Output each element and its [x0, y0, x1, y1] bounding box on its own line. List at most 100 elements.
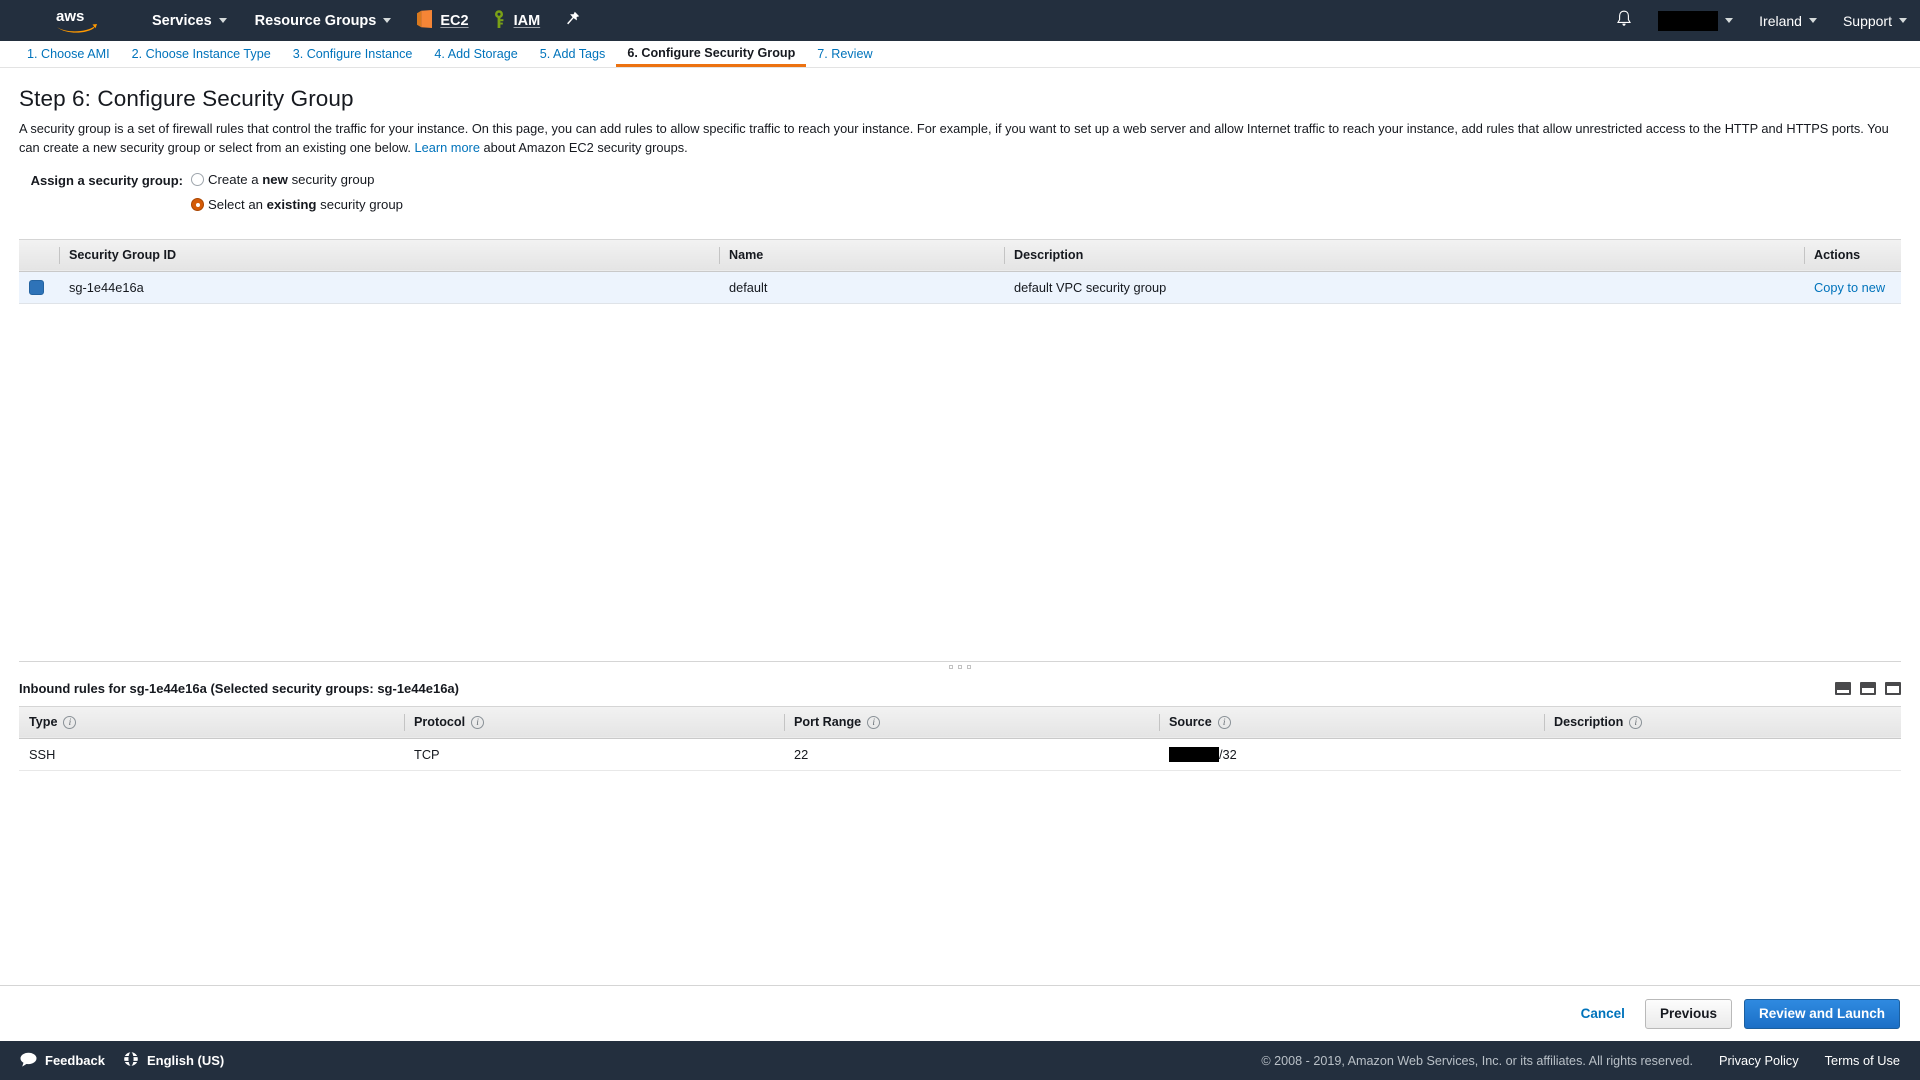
- region-label: Ireland: [1759, 12, 1802, 29]
- assign-option-prefix: Select an: [208, 197, 267, 213]
- cancel-button[interactable]: Cancel: [1573, 1006, 1633, 1021]
- sg-column-header-name[interactable]: Name: [719, 238, 1004, 272]
- status-bar-right: © 2008 - 2019, Amazon Web Services, Inc.…: [1261, 1053, 1900, 1068]
- radio-select-existing-icon[interactable]: [191, 198, 204, 212]
- security-groups-table-body: sg-1e44e16a default default VPC security g…: [19, 271, 1901, 304]
- assign-option-suffix: security group: [316, 197, 403, 213]
- chevron-down-icon: [1808, 18, 1817, 23]
- status-bar-left: Feedback English (US): [20, 1051, 224, 1070]
- info-icon[interactable]: i: [63, 716, 77, 730]
- select-all-column-header: [19, 238, 59, 272]
- source-ip-redacted: [1169, 746, 1219, 762]
- assign-option-emphasis: new: [262, 171, 288, 187]
- nav-services[interactable]: Services: [138, 0, 241, 41]
- assign-option-select-existing[interactable]: Select an existing security group: [191, 197, 403, 214]
- shortcut-ec2-label: EC2: [440, 12, 469, 29]
- wizard-tab-4[interactable]: 4. Add Storage: [423, 48, 528, 67]
- assign-security-group-row: Assign a security group: Create a new se…: [19, 172, 1901, 223]
- svg-text:aws: aws: [56, 8, 84, 25]
- rule-type-cell: SSH: [29, 746, 56, 762]
- security-groups-table-head: Security Group ID Name Description Actions: [19, 238, 1901, 272]
- layout-toggle-group: [1835, 681, 1901, 695]
- chevron-down-icon: [1725, 18, 1734, 23]
- shortcut-iam[interactable]: IAM: [481, 0, 553, 41]
- inbound-rules-table-head: Type i Protocol i Port Range i Source i Descript…: [19, 705, 1901, 739]
- wizard-tab-5[interactable]: 5. Add Tags: [529, 48, 617, 67]
- privacy-policy-link[interactable]: Privacy Policy: [1719, 1053, 1799, 1068]
- sg-actions-cell: Copy to new: [1804, 271, 1901, 303]
- wizard-tab-1[interactable]: 1. Choose AMI: [16, 48, 121, 67]
- rule-source-cell: /32: [1159, 738, 1544, 770]
- assign-option-label: Select an existing security group: [208, 197, 403, 214]
- row-select-cell[interactable]: [19, 271, 59, 303]
- security-groups-table: Security Group ID Name Description Actions …: [19, 238, 1901, 304]
- wizard-tab-3[interactable]: 3. Configure Instance: [282, 48, 424, 67]
- terms-of-use-link[interactable]: Terms of Use: [1825, 1053, 1900, 1068]
- wizard-tab-7[interactable]: 7. Review: [806, 48, 883, 67]
- radio-create-new-icon[interactable]: [191, 172, 204, 186]
- row-checkbox[interactable]: [29, 280, 44, 296]
- copyright-text: © 2008 - 2019, Amazon Web Services, Inc.…: [1261, 1053, 1693, 1068]
- feedback-button[interactable]: Feedback: [20, 1052, 105, 1070]
- previous-button[interactable]: Previous: [1644, 998, 1732, 1029]
- nav-resource-groups[interactable]: Resource Groups: [241, 0, 406, 41]
- column-label: Actions: [1814, 248, 1861, 263]
- info-icon[interactable]: i: [471, 716, 485, 730]
- review-and-launch-button[interactable]: Review and Launch: [1743, 998, 1900, 1029]
- page-description-part1: A security group is a set of firewall ru…: [19, 121, 1889, 156]
- aws-logo[interactable]: aws: [54, 7, 100, 35]
- table-row[interactable]: sg-1e44e16a default default VPC security g…: [19, 271, 1901, 304]
- assign-option-create-new[interactable]: Create a new security group: [191, 172, 403, 189]
- page-description: A security group is a set of firewall ru…: [19, 119, 1901, 158]
- notifications-button[interactable]: [1603, 0, 1645, 41]
- sg-id-cell: sg-1e44e16a: [69, 279, 144, 295]
- assign-option-suffix: security group: [287, 171, 375, 187]
- column-label: Type: [29, 715, 58, 730]
- info-icon[interactable]: i: [867, 716, 881, 730]
- sg-column-header-security-group-id[interactable]: Security Group ID: [59, 238, 719, 272]
- assign-option-prefix: Create a: [208, 171, 263, 187]
- sg-column-header-actions[interactable]: Actions: [1804, 238, 1901, 272]
- language-selector[interactable]: English (US): [123, 1051, 224, 1070]
- speech-bubble-icon: [20, 1052, 37, 1070]
- support-menu[interactable]: Support: [1830, 0, 1920, 41]
- table-splitter-handle[interactable]: [19, 660, 1901, 675]
- assign-option-label: Create a new security group: [208, 172, 374, 189]
- info-icon[interactable]: i: [1217, 716, 1231, 730]
- column-label: Description: [1554, 715, 1624, 730]
- rule-column-header-port-range[interactable]: Port Range i: [784, 705, 1159, 739]
- globe-icon: [123, 1051, 139, 1070]
- column-label: Security Group ID: [69, 248, 177, 263]
- copy-to-new-link[interactable]: Copy to new: [1814, 280, 1885, 295]
- chevron-down-icon: [218, 18, 227, 23]
- column-label: Port Range: [794, 715, 862, 730]
- column-label: Description: [1014, 248, 1084, 263]
- ec2-icon: [417, 10, 433, 31]
- info-icon[interactable]: i: [1629, 716, 1643, 730]
- nav-services-label: Services: [152, 12, 212, 29]
- page-description-part2: about Amazon EC2 security groups.: [479, 140, 688, 156]
- wizard-tab-2[interactable]: 2. Choose Instance Type: [121, 48, 282, 67]
- layout-split-even-icon[interactable]: [1860, 681, 1876, 695]
- layout-split-top-icon[interactable]: [1885, 681, 1901, 695]
- layout-split-bottom-icon[interactable]: [1835, 681, 1851, 695]
- pin-shortcuts-button[interactable]: [552, 0, 592, 41]
- learn-more-link[interactable]: Learn more: [415, 140, 480, 155]
- account-menu[interactable]: [1645, 0, 1746, 41]
- rule-column-header-protocol[interactable]: Protocol i: [404, 705, 784, 739]
- shortcut-iam-label: IAM: [513, 12, 541, 29]
- region-menu[interactable]: Ireland: [1746, 0, 1830, 41]
- wizard-tab-6[interactable]: 6. Configure Security Group: [616, 47, 807, 67]
- iam-key-icon: [493, 10, 506, 31]
- assign-option-emphasis: existing: [266, 197, 317, 213]
- rule-column-header-source[interactable]: Source i: [1159, 705, 1544, 739]
- rule-description-cell: [1544, 738, 1901, 770]
- rule-column-header-type[interactable]: Type i: [19, 705, 404, 739]
- splitter-grip-dots: [949, 664, 971, 669]
- sg-column-header-description[interactable]: Description: [1004, 238, 1804, 272]
- top-navigation-bar: aws Services Resource Groups EC2 IAM Ire…: [0, 0, 1920, 41]
- status-bar: Feedback English (US) © 2008 - 2019, Ama…: [0, 1041, 1920, 1080]
- feedback-label: Feedback: [45, 1053, 105, 1068]
- shortcut-ec2[interactable]: EC2: [405, 0, 480, 41]
- rule-column-header-description[interactable]: Description i: [1544, 705, 1901, 739]
